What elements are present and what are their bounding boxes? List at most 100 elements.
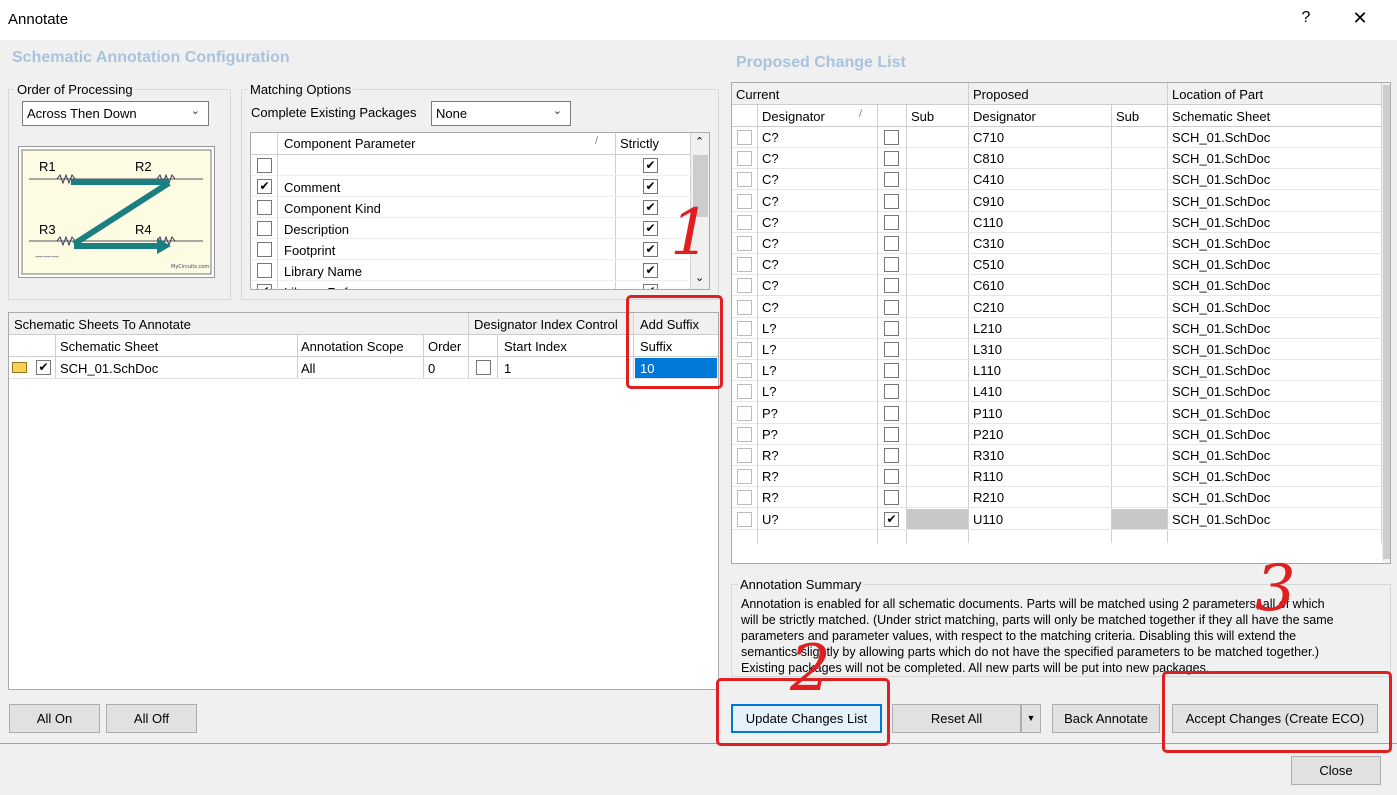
order-select[interactable]: Across Then Down ⌄: [22, 101, 209, 126]
parameter-checkbox[interactable]: ✔: [257, 179, 272, 194]
reset-all-button[interactable]: Reset All: [892, 704, 1021, 733]
strict-checkbox[interactable]: ✔: [643, 179, 658, 194]
current-sub-checkbox[interactable]: [884, 257, 899, 273]
change-row[interactable]: L? L310 SCH_01.SchDoc: [732, 339, 1382, 360]
parameter-row[interactable]: ✔ Comment ✔: [251, 176, 691, 197]
current-sub-checkbox[interactable]: [884, 490, 899, 506]
change-row[interactable]: C? C910 SCH_01.SchDoc: [732, 191, 1382, 212]
row-checkbox[interactable]: [737, 130, 752, 145]
sheet-column-header[interactable]: Schematic Sheet: [1172, 109, 1270, 124]
row-checkbox[interactable]: [737, 342, 752, 357]
row-checkbox[interactable]: [737, 214, 752, 230]
current-sub-checkbox[interactable]: [884, 236, 899, 251]
parameter-row[interactable]: Description ✔: [251, 218, 691, 239]
complete-packages-select[interactable]: None ⌄: [431, 101, 571, 126]
change-list-scrollbar[interactable]: [1382, 83, 1390, 563]
row-checkbox[interactable]: [737, 490, 752, 506]
change-row[interactable]: L? L410 SCH_01.SchDoc: [732, 381, 1382, 403]
scroll-down-icon[interactable]: ⌄: [695, 271, 704, 284]
change-row[interactable]: C? C310 SCH_01.SchDoc: [732, 233, 1382, 254]
change-row[interactable]: C? C610 SCH_01.SchDoc: [732, 275, 1382, 297]
row-checkbox[interactable]: [737, 384, 752, 400]
change-row[interactable]: L? L110 SCH_01.SchDoc: [732, 360, 1382, 382]
current-sub-checkbox[interactable]: [884, 130, 899, 145]
strict-checkbox[interactable]: ✔: [643, 200, 658, 215]
row-checkbox[interactable]: [737, 363, 752, 379]
change-row[interactable]: C? C510 SCH_01.SchDoc: [732, 254, 1382, 276]
sheet-start-index[interactable]: 1: [504, 361, 511, 376]
current-sub-checkbox[interactable]: [884, 193, 899, 209]
sheet-enable-checkbox[interactable]: ✔: [36, 360, 51, 375]
row-checkbox[interactable]: [737, 469, 752, 485]
current-sub-checkbox[interactable]: [884, 469, 899, 485]
change-row[interactable]: R? R210 SCH_01.SchDoc: [732, 487, 1382, 509]
strict-checkbox[interactable]: ✔: [643, 284, 658, 289]
row-checkbox[interactable]: [737, 511, 752, 527]
change-row[interactable]: P? P210 SCH_01.SchDoc: [732, 424, 1382, 445]
row-checkbox[interactable]: [737, 236, 752, 251]
current-sub-checkbox[interactable]: [884, 278, 899, 294]
current-sub-checkbox[interactable]: [884, 320, 899, 336]
close-icon[interactable]: ✕: [1350, 8, 1370, 29]
current-designator-header[interactable]: Designator: [762, 109, 825, 124]
current-sub-checkbox[interactable]: [884, 299, 899, 315]
change-row[interactable]: C? C410 SCH_01.SchDoc: [732, 169, 1382, 191]
back-annotate-button[interactable]: Back Annotate: [1052, 704, 1160, 733]
scope-column-header[interactable]: Annotation Scope: [301, 339, 404, 354]
current-sub-checkbox[interactable]: [884, 405, 899, 421]
change-row[interactable]: L? L210 SCH_01.SchDoc: [732, 318, 1382, 339]
param-column-header[interactable]: Component Parameter: [284, 136, 416, 151]
current-sub-checkbox[interactable]: [884, 426, 899, 442]
change-row[interactable]: C? C710 SCH_01.SchDoc: [732, 127, 1382, 148]
change-row[interactable]: C? C810 SCH_01.SchDoc: [732, 148, 1382, 170]
sheet-column-header[interactable]: Schematic Sheet: [60, 339, 158, 354]
current-sub-checkbox[interactable]: ✔: [884, 511, 899, 527]
row-checkbox[interactable]: [737, 172, 752, 188]
start-index-column-header[interactable]: Start Index: [504, 339, 567, 354]
current-sub-checkbox[interactable]: [884, 172, 899, 188]
change-row[interactable]: C? C210 SCH_01.SchDoc: [732, 297, 1382, 318]
row-checkbox[interactable]: [737, 257, 752, 273]
sheet-order[interactable]: 0: [428, 361, 435, 376]
help-icon[interactable]: ?: [1296, 9, 1316, 27]
scroll-up-icon[interactable]: ⌃: [695, 135, 704, 148]
parameter-checkbox[interactable]: [257, 263, 272, 278]
row-checkbox[interactable]: [737, 193, 752, 209]
change-row[interactable]: U? ✔ U110 SCH_01.SchDoc: [732, 508, 1382, 530]
parameter-checkbox[interactable]: [257, 200, 272, 215]
row-checkbox[interactable]: [737, 278, 752, 294]
parameter-checkbox[interactable]: [257, 242, 272, 257]
change-row[interactable]: R? R110 SCH_01.SchDoc: [732, 466, 1382, 488]
close-button[interactable]: Close: [1291, 756, 1381, 785]
current-sub-checkbox[interactable]: [884, 363, 899, 379]
change-row[interactable]: P? P110 SCH_01.SchDoc: [732, 403, 1382, 424]
strict-checkbox[interactable]: ✔: [643, 158, 658, 173]
scroll-thumb[interactable]: [1383, 85, 1390, 559]
parameter-row[interactable]: Library Name ✔: [251, 260, 691, 281]
all-on-button[interactable]: All On: [9, 704, 100, 733]
row-checkbox[interactable]: [737, 320, 752, 336]
current-sub-header[interactable]: Sub: [911, 109, 934, 124]
sheet-row[interactable]: ✔ SCH_01.SchDoc All 0 1 10: [9, 357, 718, 379]
parameter-row[interactable]: ✔ Library Reference ✔: [251, 281, 691, 289]
row-checkbox[interactable]: [737, 299, 752, 315]
row-checkbox[interactable]: [737, 151, 752, 167]
strict-checkbox[interactable]: ✔: [643, 242, 658, 257]
order-column-header[interactable]: Order: [428, 339, 461, 354]
parameter-checkbox[interactable]: ✔: [257, 284, 272, 289]
row-checkbox[interactable]: [737, 426, 752, 442]
start-index-checkbox[interactable]: [476, 360, 491, 375]
strict-checkbox[interactable]: ✔: [643, 221, 658, 236]
reset-dropdown-icon[interactable]: ▼: [1021, 704, 1041, 733]
change-row[interactable]: R? R310 SCH_01.SchDoc: [732, 445, 1382, 466]
all-off-button[interactable]: All Off: [106, 704, 197, 733]
change-row[interactable]: C? C110 SCH_01.SchDoc: [732, 212, 1382, 233]
strict-checkbox[interactable]: ✔: [643, 263, 658, 278]
parameter-row[interactable]: Footprint ✔: [251, 239, 691, 260]
parameter-checkbox[interactable]: [257, 158, 272, 173]
current-sub-checkbox[interactable]: [884, 448, 899, 463]
parameter-checkbox[interactable]: [257, 221, 272, 236]
current-sub-checkbox[interactable]: [884, 342, 899, 357]
proposed-sub-header[interactable]: Sub: [1116, 109, 1139, 124]
current-sub-checkbox[interactable]: [884, 214, 899, 230]
